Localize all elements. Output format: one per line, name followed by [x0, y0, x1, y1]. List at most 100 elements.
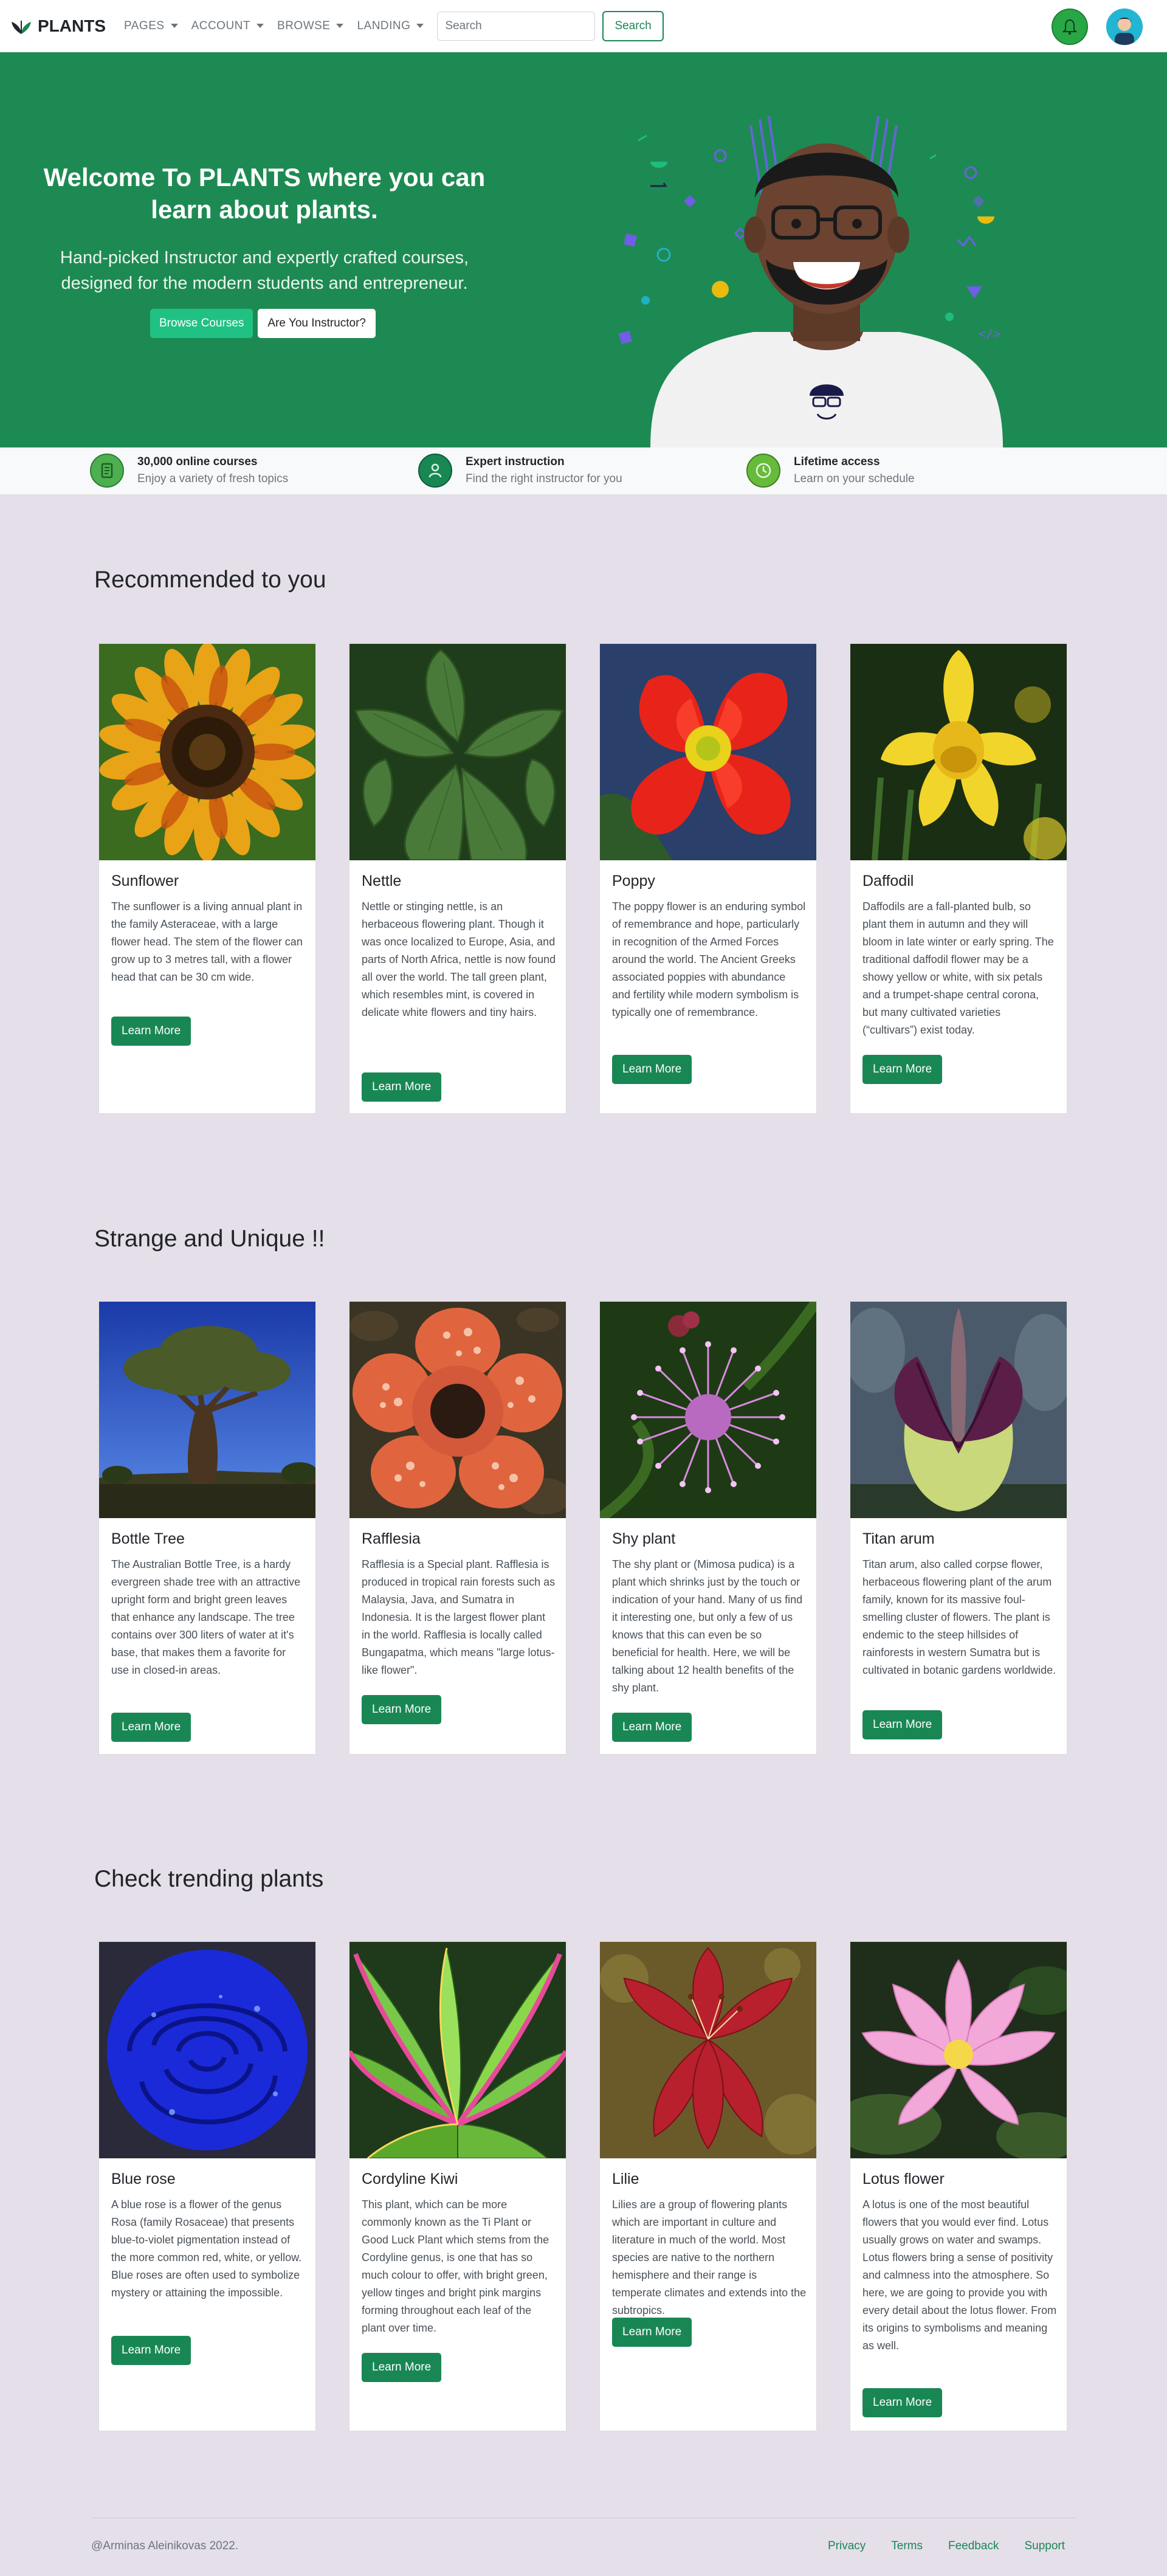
card-description: The sunflower is a living annual plant i… [111, 900, 303, 983]
feature-subtitle: Learn on your schedule [794, 472, 915, 485]
card-title: Titan arum [862, 1530, 935, 1547]
plant-card-lotus-flower: Lotus flower A lotus is one of the most … [850, 1941, 1067, 2431]
lilie-image [600, 1942, 816, 2158]
hero-title: Welcome To PLANTS where you can learn ab… [43, 163, 486, 224]
plant-card-bottle-tree: Bottle Tree The Australian Bottle Tree, … [98, 1301, 316, 1755]
nav-pages-label: PAGES [124, 19, 165, 32]
nav-browse-label: BROWSE [277, 19, 331, 32]
leaf-logo-icon [12, 20, 31, 34]
brand-name: PLANTS [38, 16, 106, 35]
nav-landing[interactable]: LANDING [357, 19, 424, 33]
card-title: Poppy [612, 872, 655, 889]
are-you-instructor-button[interactable]: Are You Instructor? [258, 309, 376, 338]
learn-more-button[interactable]: Learn More [362, 1695, 442, 1724]
card-title: Shy plant [612, 1530, 676, 1547]
browse-courses-button[interactable]: Browse Courses [150, 309, 253, 338]
section-title-strange: Strange and Unique !! [94, 1226, 325, 1252]
hero-section: Welcome To PLANTS where you can learn ab… [0, 52, 1167, 447]
features-strip: 30,000 online courses Enjoy a variety of… [0, 447, 1167, 495]
feature-title: Expert instruction [466, 455, 565, 468]
plant-card-titan-arum: Titan arum Titan arum, also called corps… [850, 1301, 1067, 1755]
hero-illustration: </> [618, 116, 1003, 447]
card-description: Nettle or stinging nettle, is an herbace… [362, 900, 556, 1018]
nettle-image [349, 644, 566, 860]
card-title: Lilie [612, 2170, 639, 2188]
nav-account[interactable]: ACCOUNT [191, 19, 264, 33]
person-icon [418, 454, 452, 488]
search-button[interactable]: Search [602, 10, 664, 41]
nav-account-label: ACCOUNT [191, 19, 251, 32]
svg-text:</>: </> [979, 326, 1000, 341]
caret-down-icon [256, 24, 264, 28]
sunflower-image [99, 644, 315, 860]
learn-more-button[interactable]: Learn More [862, 2388, 943, 2417]
book-icon [90, 454, 124, 488]
learn-more-button[interactable]: Learn More [612, 2318, 692, 2347]
plant-card-shy-plant: Shy plant The shy plant or (Mimosa pudic… [599, 1301, 817, 1755]
clock-icon [746, 454, 780, 488]
footer-link-feedback[interactable]: Feedback [948, 2540, 999, 2553]
footer-link-privacy[interactable]: Privacy [828, 2540, 866, 2553]
learn-more-button[interactable]: Learn More [362, 2353, 442, 2382]
card-description: Rafflesia is a Special plant. Rafflesia … [362, 1558, 556, 1676]
shy-plant-image [600, 1302, 816, 1518]
learn-more-button[interactable]: Learn More [111, 1713, 191, 1742]
learn-more-button[interactable]: Learn More [862, 1710, 943, 1739]
card-title: Rafflesia [362, 1530, 421, 1547]
titan-arum-image [850, 1302, 1067, 1518]
section-title-trending: Check trending plants [94, 1866, 324, 1892]
user-avatar[interactable] [1106, 9, 1143, 45]
plant-card-blue-rose: Blue rose A blue rose is a flower of the… [98, 1941, 316, 2431]
feature-instruction: Expert instruction Find the right instru… [418, 454, 622, 488]
search-input[interactable] [437, 11, 596, 41]
daffodil-image [850, 644, 1067, 860]
learn-more-button[interactable]: Learn More [111, 2336, 191, 2365]
card-title: Lotus flower [862, 2170, 945, 2188]
notification-bell-icon[interactable] [1052, 9, 1088, 45]
section-title-recommended: Recommended to you [94, 567, 326, 593]
footer-links: Privacy Terms Feedback Support [828, 2540, 1065, 2553]
nav-pages[interactable]: PAGES [124, 19, 178, 33]
nav-landing-label: LANDING [357, 19, 411, 32]
brand-logo[interactable]: PLANTS [11, 16, 106, 36]
card-description: The shy plant or (Mimosa pudica) is a pl… [612, 1558, 803, 1694]
hero-subtitle: Hand-picked Instructor and expertly craf… [60, 248, 469, 294]
learn-more-button[interactable]: Learn More [111, 1017, 191, 1046]
card-title: Blue rose [111, 2170, 176, 2188]
card-title: Bottle Tree [111, 1530, 185, 1547]
card-title: Sunflower [111, 872, 179, 889]
feature-title: 30,000 online courses [137, 455, 258, 468]
plant-card-daffodil: Daffodil Daffodils are a fall-planted bu… [850, 643, 1067, 1114]
card-title: Daffodil [862, 872, 914, 889]
card-title: Cordyline Kiwi [362, 2170, 458, 2188]
navbar: PLANTS PAGES ACCOUNT BROWSE LANDING Sear… [0, 0, 1167, 52]
learn-more-button[interactable]: Learn More [612, 1055, 692, 1084]
learn-more-button[interactable]: Learn More [612, 1713, 692, 1742]
card-description: The Australian Bottle Tree, is a hardy e… [111, 1558, 301, 1676]
card-description: Daffodils are a fall-planted bulb, so pl… [862, 900, 1054, 1036]
nav-browse[interactable]: BROWSE [277, 19, 344, 33]
feature-courses: 30,000 online courses Enjoy a variety of… [90, 454, 288, 488]
plant-card-nettle: Nettle Nettle or stinging nettle, is an … [349, 643, 566, 1114]
poppy-image [600, 644, 816, 860]
card-description: The poppy flower is an enduring symbol o… [612, 900, 806, 1018]
rafflesia-image [349, 1302, 566, 1518]
card-description: This plant, which can be more commonly k… [362, 2198, 549, 2334]
feature-subtitle: Enjoy a variety of fresh topics [137, 472, 289, 485]
footer-copyright: @Arminas Aleinikovas 2022. [91, 2540, 239, 2552]
feature-access: Lifetime access Learn on your schedule [746, 454, 915, 488]
card-title: Nettle [362, 872, 402, 889]
feature-title: Lifetime access [794, 455, 880, 468]
card-description: Titan arum, also called corpse flower, h… [862, 1558, 1056, 1676]
learn-more-button[interactable]: Learn More [362, 1072, 442, 1102]
footer-link-support[interactable]: Support [1024, 2540, 1065, 2553]
learn-more-button[interactable]: Learn More [862, 1055, 943, 1084]
lotus-flower-image [850, 1942, 1067, 2158]
cordyline-kiwi-image [349, 1942, 566, 2158]
footer-link-terms[interactable]: Terms [891, 2540, 923, 2553]
caret-down-icon [416, 24, 424, 28]
plant-card-rafflesia: Rafflesia Rafflesia is a Special plant. … [349, 1301, 566, 1755]
card-description: A lotus is one of the most beautiful flo… [862, 2198, 1057, 2352]
feature-subtitle: Find the right instructor for you [466, 472, 622, 485]
caret-down-icon [170, 24, 178, 28]
